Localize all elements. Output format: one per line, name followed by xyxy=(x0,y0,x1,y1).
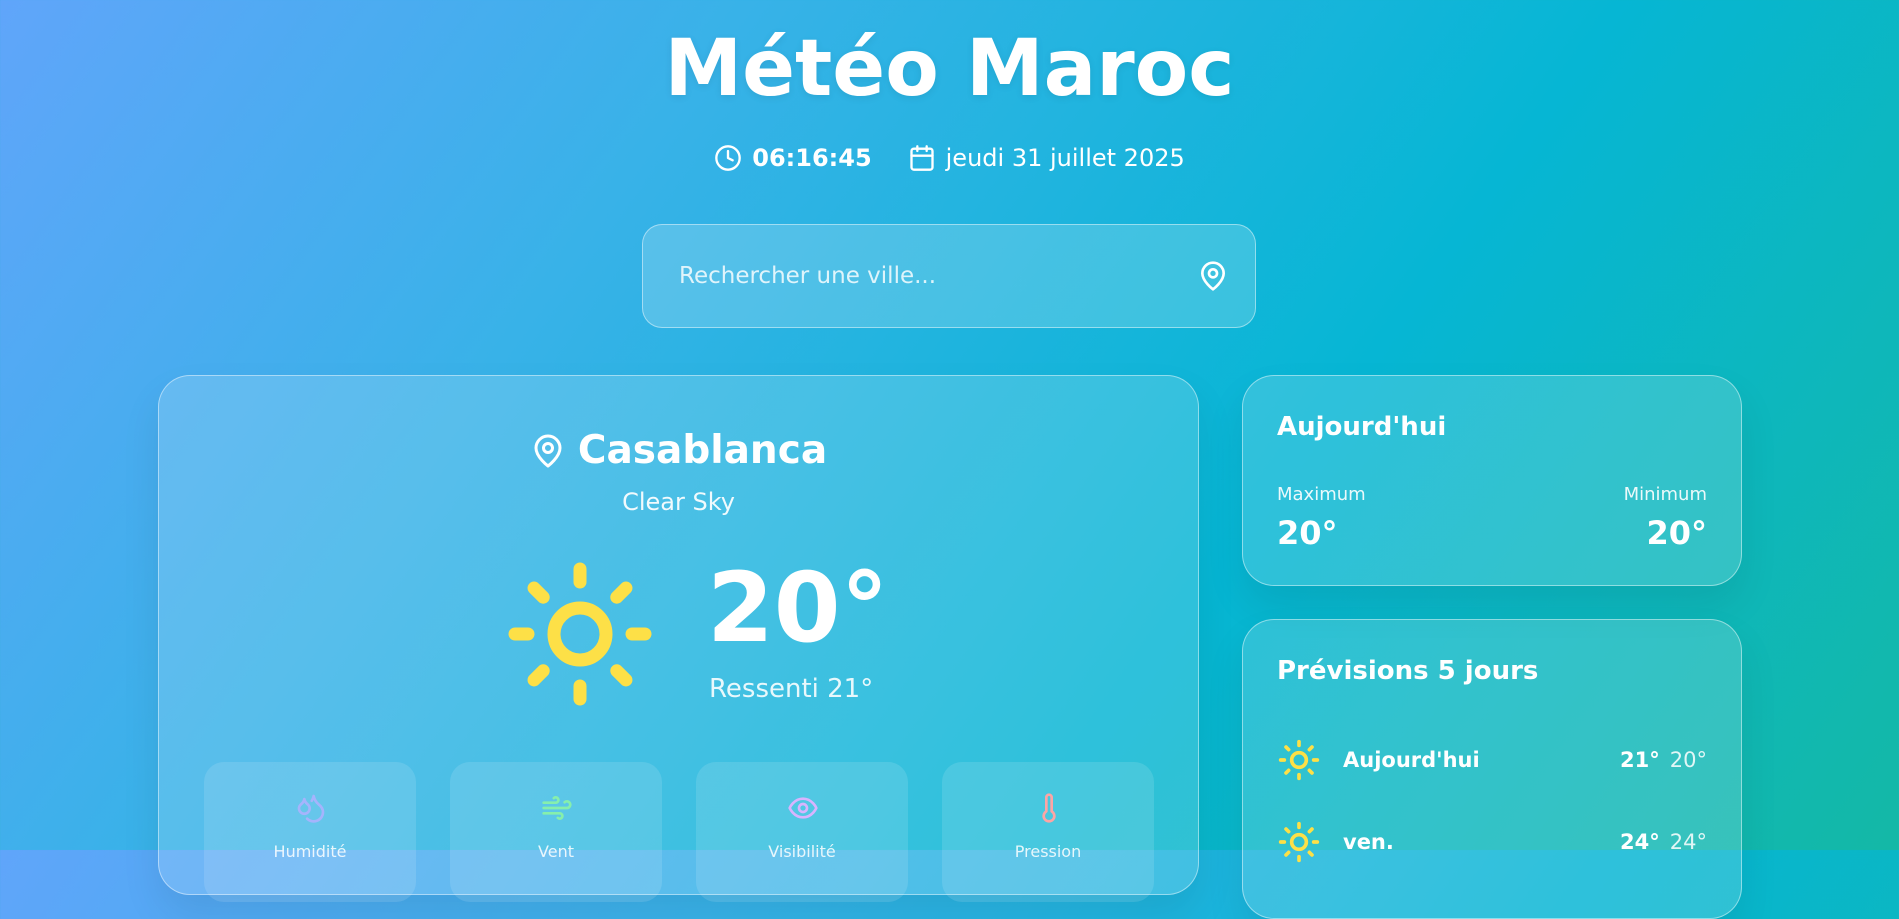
forecast-high: 24° xyxy=(1620,830,1660,854)
date-display: jeudi 31 juillet 2025 xyxy=(908,144,1185,172)
stat-pressure: Pression xyxy=(942,762,1154,902)
wind-icon xyxy=(542,796,572,820)
forecast-low: 24° xyxy=(1669,830,1707,854)
search-bar xyxy=(642,224,1256,328)
stat-label: Pression xyxy=(1014,842,1082,861)
sun-icon xyxy=(1278,821,1320,863)
today-title: Aujourd'hui xyxy=(1277,412,1447,442)
stat-label: Humidité xyxy=(273,842,347,861)
forecast-title: Prévisions 5 jours xyxy=(1277,656,1539,686)
forecast-row[interactable]: Aujourd'hui 21° 20° xyxy=(1277,738,1707,782)
forecast-high: 21° xyxy=(1620,748,1660,772)
search-input[interactable] xyxy=(677,262,1197,290)
city-name: Casablanca xyxy=(577,428,828,473)
eye-icon xyxy=(788,797,818,819)
forecast-card: Prévisions 5 jours Aujourd'hui 21° 20° v… xyxy=(1242,619,1742,919)
map-pin-icon[interactable] xyxy=(1197,260,1229,292)
sun-icon xyxy=(508,562,652,706)
feels-like: Ressenti 21° xyxy=(709,674,874,704)
current-weather-card: Casablanca Clear Sky 20° Ressenti 21° Hu… xyxy=(158,375,1199,902)
stat-label: Vent xyxy=(538,842,574,861)
time-display: 06:16:45 xyxy=(714,144,872,172)
stat-visibility: Visibilité xyxy=(696,762,908,902)
thermometer-icon xyxy=(1042,793,1056,823)
today-card: Aujourd'hui Maximum 20° Minimum 20° xyxy=(1242,375,1742,586)
stat-label: Visibilité xyxy=(768,842,836,861)
city-header: Casablanca xyxy=(159,428,1198,473)
current-time: 06:16:45 xyxy=(752,144,872,172)
stat-wind: Vent xyxy=(450,762,662,902)
stat-humidity: Humidité xyxy=(204,762,416,902)
forecast-row[interactable]: ven. 24° 24° xyxy=(1277,820,1707,864)
page-title: Météo Maroc xyxy=(664,24,1235,114)
forecast-low: 20° xyxy=(1669,748,1707,772)
min-label: Minimum xyxy=(1623,484,1707,505)
min-value: 20° xyxy=(1646,514,1707,552)
droplets-icon xyxy=(297,794,325,823)
datetime-bar: 06:16:45 jeudi 31 juillet 2025 xyxy=(0,144,1899,172)
weather-condition: Clear Sky xyxy=(622,488,735,516)
calendar-icon xyxy=(909,145,934,171)
max-value: 20° xyxy=(1277,514,1338,552)
map-pin-icon xyxy=(534,434,562,467)
forecast-day: Aujourd'hui xyxy=(1343,748,1480,772)
current-date: jeudi 31 juillet 2025 xyxy=(945,144,1185,172)
max-label: Maximum xyxy=(1277,484,1366,505)
clock-icon xyxy=(715,145,742,171)
forecast-day: ven. xyxy=(1343,830,1394,854)
current-temperature: 20° xyxy=(707,552,889,664)
sun-icon xyxy=(1278,739,1320,781)
